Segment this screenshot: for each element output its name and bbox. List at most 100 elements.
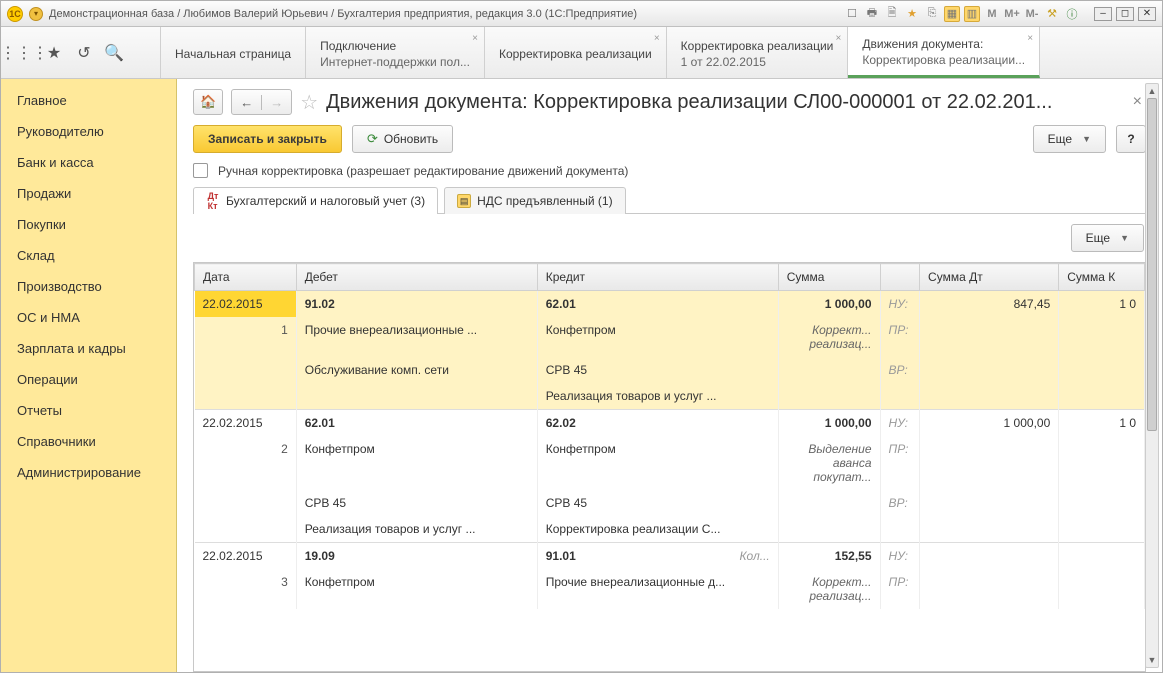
scrollbar[interactable]: ▲ ▼ xyxy=(1145,83,1159,668)
close-page-button[interactable]: × xyxy=(1129,93,1146,111)
table-row[interactable]: СРВ 45СРВ 45ВР: xyxy=(195,490,1145,516)
document-tab-4[interactable]: Движения документа:Корректировка реализа… xyxy=(848,27,1040,78)
sumdt-cell xyxy=(920,317,1059,357)
table-row[interactable]: 22.02.201519.0991.01Кол...152,55НУ: xyxy=(195,543,1145,570)
tab-vat-label: НДС предъявленный (1) xyxy=(477,194,612,208)
back-icon[interactable]: ← xyxy=(232,95,262,110)
minimize-button[interactable]: – xyxy=(1094,7,1112,21)
sumdt-cell: 847,45 xyxy=(920,291,1059,318)
sidebar-item-0[interactable]: Главное xyxy=(1,85,176,116)
apps-icon[interactable]: ⋮⋮⋮ xyxy=(15,44,33,62)
sidebar-item-9[interactable]: Операции xyxy=(1,364,176,395)
search-icon[interactable]: 🔍 xyxy=(105,44,123,62)
sumdt-cell xyxy=(920,516,1059,543)
tab-vat[interactable]: ▤НДС предъявленный (1) xyxy=(444,187,625,214)
bookmark-icon[interactable]: ☆ xyxy=(300,90,318,115)
app-menu-icon[interactable]: ▾ xyxy=(29,7,43,21)
calendar-icon[interactable]: ▥ xyxy=(964,6,980,22)
sidebar-item-12[interactable]: Администрирование xyxy=(1,457,176,488)
tools-icon[interactable]: ⚒ xyxy=(1044,6,1060,22)
column-header[interactable]: Кредит xyxy=(537,264,778,291)
sidebar-item-2[interactable]: Банк и касса xyxy=(1,147,176,178)
sidebar-item-11[interactable]: Справочники xyxy=(1,426,176,457)
close-window-button[interactable]: ✕ xyxy=(1138,7,1156,21)
close-tab-icon[interactable]: × xyxy=(472,33,478,44)
document-tab-2[interactable]: Корректировка реализации× xyxy=(485,27,667,78)
print-icon[interactable]: ☐ xyxy=(844,6,860,22)
credit-cell: Корректировка реализации С... xyxy=(537,516,778,543)
memory-mminus-icon[interactable]: M- xyxy=(1024,6,1040,22)
table-row[interactable]: Реализация товаров и услуг ... xyxy=(195,383,1145,410)
sumk-cell xyxy=(1059,383,1145,410)
table-row[interactable]: 3КонфетпромПрочие внереализационные д...… xyxy=(195,569,1145,609)
tab-label: Движения документа: xyxy=(862,37,1025,51)
date-cell: 22.02.2015 xyxy=(195,291,297,318)
table-row[interactable]: Реализация товаров и услуг ...Корректиро… xyxy=(195,516,1145,543)
favorite-icon[interactable]: ★ xyxy=(904,6,920,22)
nav-back-forward[interactable]: ←→ xyxy=(231,89,292,115)
table-row[interactable]: 22.02.201562.0162.021 000,00НУ:1 000,001… xyxy=(195,410,1145,437)
forward-icon[interactable]: → xyxy=(262,95,291,110)
window-title: Демонстрационная база / Любимов Валерий … xyxy=(49,8,637,20)
maximize-button[interactable]: ◻ xyxy=(1116,7,1134,21)
calc-icon[interactable]: ▦ xyxy=(944,6,960,22)
sum-cell xyxy=(778,357,880,383)
chevron-down-icon: ▼ xyxy=(1082,134,1091,144)
label-cell: НУ: xyxy=(880,291,920,318)
column-header[interactable]: Дебет xyxy=(296,264,537,291)
scroll-down-icon[interactable]: ▼ xyxy=(1146,653,1158,667)
grid-more-button[interactable]: Еще▼ xyxy=(1071,224,1144,252)
sidebar-item-3[interactable]: Продажи xyxy=(1,178,176,209)
column-header[interactable]: Сумма К xyxy=(1059,264,1145,291)
manual-edit-checkbox[interactable] xyxy=(193,163,208,178)
sidebar-item-5[interactable]: Склад xyxy=(1,240,176,271)
document-tab-0[interactable]: Начальная страница xyxy=(161,27,306,78)
save-and-close-button[interactable]: Записать и закрыть xyxy=(193,125,342,153)
save-icon[interactable]: 🖶 xyxy=(864,6,880,22)
sidebar-item-6[interactable]: Производство xyxy=(1,271,176,302)
info-icon[interactable]: ⓘ xyxy=(1064,6,1080,22)
table-row[interactable]: Обслуживание комп. сетиСРВ 45ВР: xyxy=(195,357,1145,383)
help-button[interactable]: ? xyxy=(1116,125,1146,153)
sum-cell xyxy=(778,516,880,543)
home-button[interactable]: 🏠 xyxy=(193,89,223,115)
history-icon[interactable]: ↺ xyxy=(75,44,93,62)
close-tab-icon[interactable]: × xyxy=(1027,33,1033,44)
column-header[interactable] xyxy=(880,264,920,291)
close-tab-icon[interactable]: × xyxy=(654,33,660,44)
sum-cell xyxy=(778,490,880,516)
sidebar-item-1[interactable]: Руководителю xyxy=(1,116,176,147)
sidebar-item-4[interactable]: Покупки xyxy=(1,209,176,240)
column-header[interactable]: Дата xyxy=(195,264,297,291)
table-row[interactable]: 1Прочие внереализационные ...КонфетпромК… xyxy=(195,317,1145,357)
scroll-thumb[interactable] xyxy=(1147,98,1157,431)
scroll-up-icon[interactable]: ▲ xyxy=(1146,84,1158,98)
more-button[interactable]: Еще▼ xyxy=(1033,125,1106,153)
chevron-down-icon: ▼ xyxy=(1120,233,1129,243)
memory-m-icon[interactable]: M xyxy=(984,6,1000,22)
sumk-cell xyxy=(1059,357,1145,383)
sumk-cell xyxy=(1059,490,1145,516)
sidebar-item-8[interactable]: Зарплата и кадры xyxy=(1,333,176,364)
refresh-button[interactable]: ⟳Обновить xyxy=(352,125,453,153)
table-row[interactable]: 2КонфетпромКонфетпромВыделение аванса по… xyxy=(195,436,1145,490)
link-icon[interactable]: ⎘ xyxy=(924,6,940,22)
close-tab-icon[interactable]: × xyxy=(836,33,842,44)
tab-accounting[interactable]: ДтКтБухгалтерский и налоговый учет (3) xyxy=(193,187,438,214)
star-icon[interactable]: ★ xyxy=(45,44,63,62)
sidebar-item-7[interactable]: ОС и НМА xyxy=(1,302,176,333)
doc-icon[interactable]: 🗎 xyxy=(884,6,900,22)
column-header[interactable]: Сумма Дт xyxy=(920,264,1059,291)
sum-cell: 1 000,00 xyxy=(778,291,880,318)
page-title: Движения документа: Корректировка реализ… xyxy=(326,91,1121,114)
date-cell: 22.02.2015 xyxy=(195,543,297,570)
sidebar-item-10[interactable]: Отчеты xyxy=(1,395,176,426)
memory-mplus-icon[interactable]: M+ xyxy=(1004,6,1020,22)
document-tab-3[interactable]: Корректировка реализации1 от 22.02.2015× xyxy=(667,27,849,78)
sum-cell: Коррект... реализац... xyxy=(778,569,880,609)
accounting-grid[interactable]: ДатаДебетКредитСумма Сумма ДтСумма К 22.0… xyxy=(194,263,1145,609)
sumdt-cell xyxy=(920,490,1059,516)
table-row[interactable]: 22.02.201591.0262.011 000,00НУ:847,451 0 xyxy=(195,291,1145,318)
column-header[interactable]: Сумма xyxy=(778,264,880,291)
document-tab-1[interactable]: ПодключениеИнтернет-поддержки пол...× xyxy=(306,27,485,78)
